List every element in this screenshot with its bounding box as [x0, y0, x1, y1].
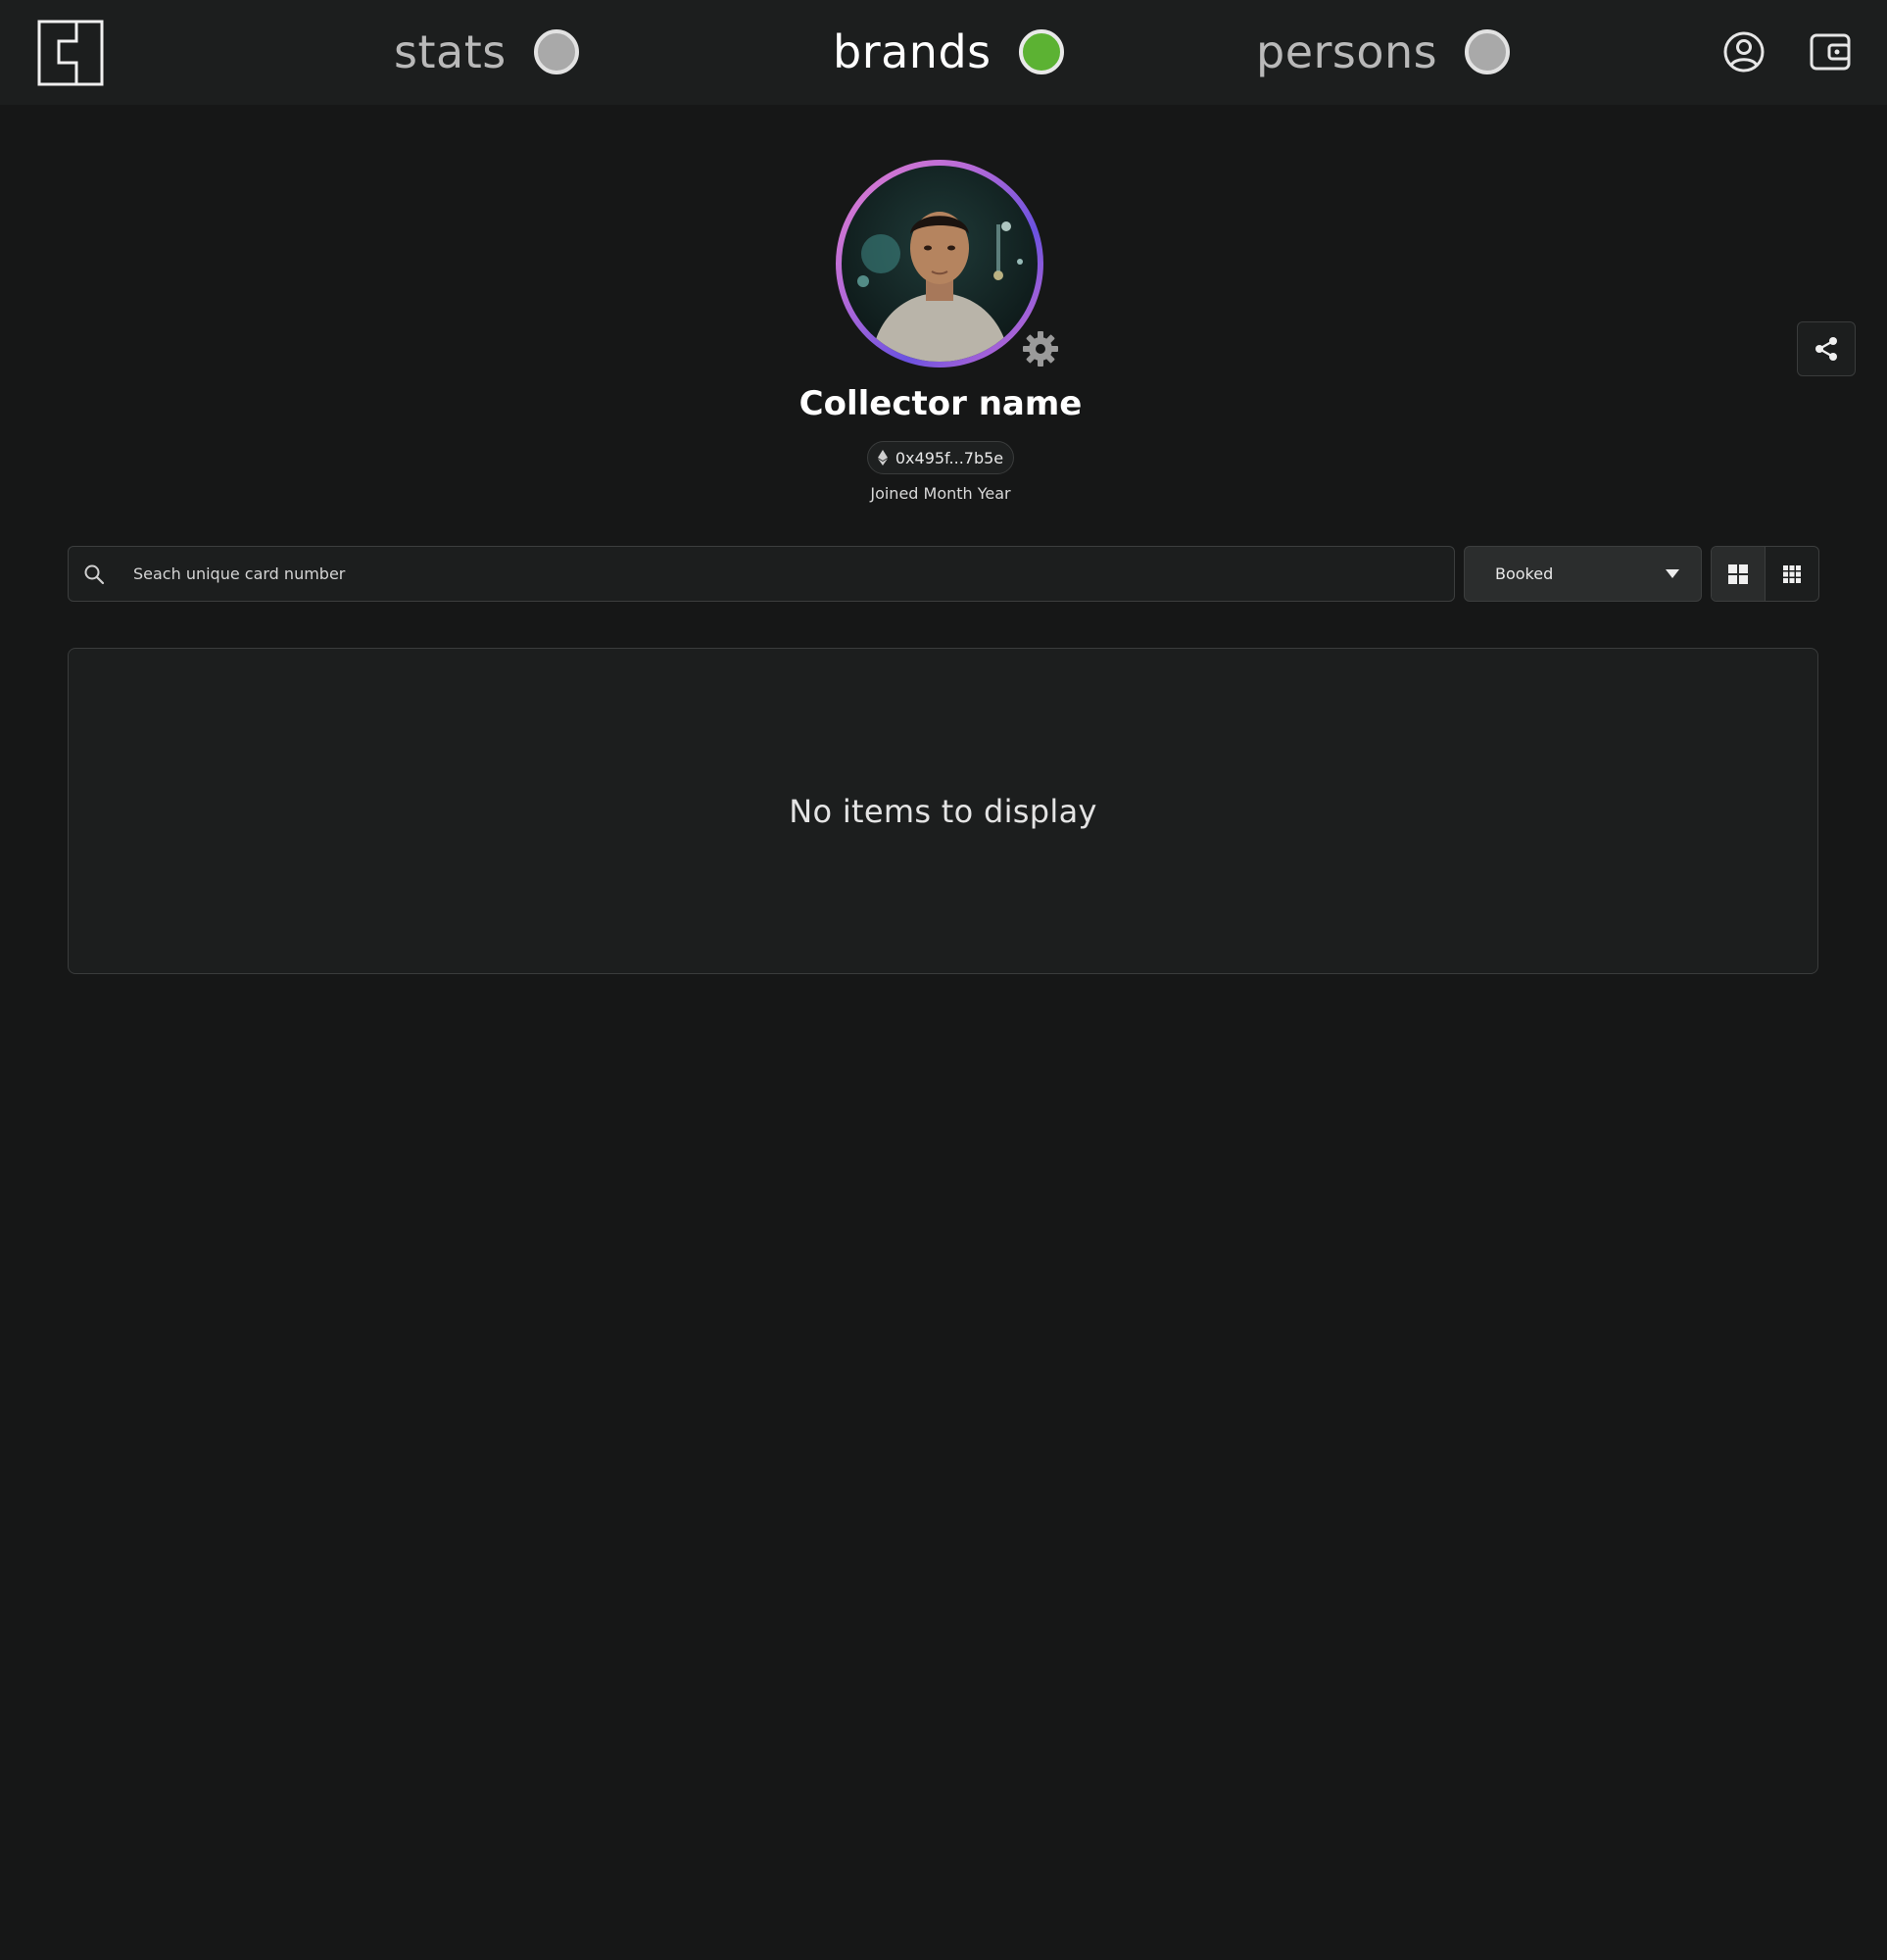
- nav-item-persons[interactable]: persons: [1256, 18, 1511, 86]
- wallet-address: 0x495f...7b5e: [895, 448, 1004, 467]
- active-indicator-icon: [1018, 29, 1064, 74]
- search-box: [68, 546, 1455, 602]
- share-button[interactable]: [1797, 321, 1856, 376]
- chevron-down-icon: [1666, 569, 1679, 578]
- top-navigation: stats brands persons: [0, 0, 1887, 105]
- share-icon: [1815, 337, 1837, 361]
- wallet-icon[interactable]: [1808, 29, 1853, 74]
- inactive-indicator-icon: [533, 29, 579, 74]
- joined-date: Joined Month Year: [870, 484, 1011, 503]
- search-icon: [84, 564, 105, 584]
- large-grid-icon: [1728, 564, 1748, 584]
- status-filter-value: Booked: [1495, 564, 1554, 583]
- empty-state-message: No items to display: [789, 792, 1097, 830]
- ethereum-icon: [877, 450, 888, 466]
- brand-logo-icon[interactable]: [37, 20, 104, 86]
- nav-label: brands: [833, 25, 992, 78]
- large-grid-view-button[interactable]: [1712, 547, 1765, 601]
- nav-item-brands[interactable]: brands: [833, 18, 1064, 86]
- gear-icon[interactable]: [1021, 329, 1060, 368]
- inactive-indicator-icon: [1465, 29, 1511, 74]
- collector-name: Collector name: [798, 384, 1083, 423]
- items-panel: No items to display: [68, 648, 1818, 974]
- view-toggle: [1711, 546, 1819, 602]
- nav-item-stats[interactable]: stats: [394, 18, 579, 86]
- nav-label: stats: [394, 25, 507, 78]
- account-icon[interactable]: [1721, 29, 1766, 74]
- small-grid-view-button[interactable]: [1765, 547, 1818, 601]
- avatar-ring: [836, 160, 1043, 368]
- status-filter-select[interactable]: Booked: [1464, 546, 1702, 602]
- avatar: [842, 166, 1038, 362]
- wallet-address-badge[interactable]: 0x495f...7b5e: [867, 441, 1014, 474]
- search-input[interactable]: [131, 547, 1454, 601]
- small-grid-icon: [1783, 564, 1801, 583]
- nav-label: persons: [1256, 25, 1438, 78]
